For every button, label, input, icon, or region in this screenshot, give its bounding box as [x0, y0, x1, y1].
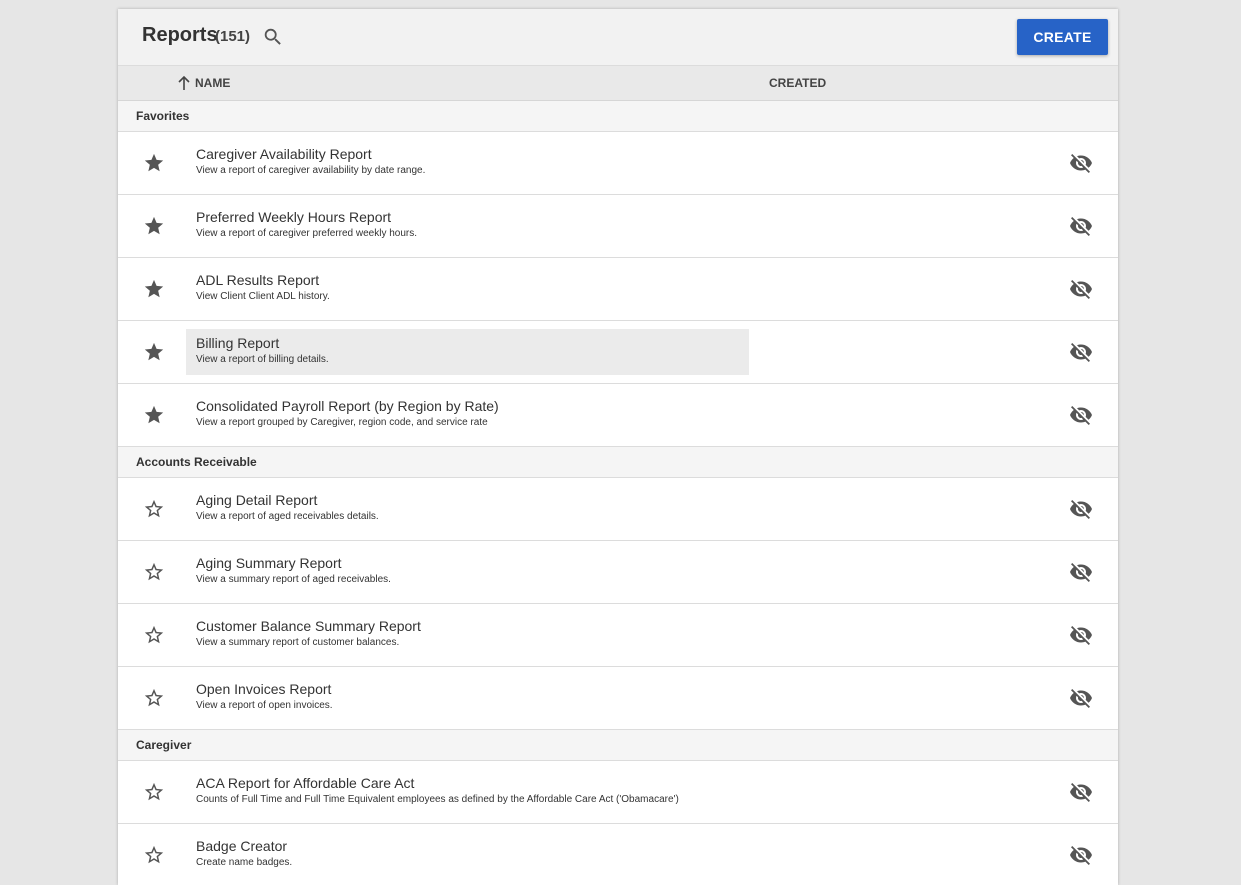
report-link[interactable]: Consolidated Payroll Report (by Region b… [186, 392, 749, 438]
report-row: Customer Balance Summary Report View a su… [118, 604, 1118, 667]
star-outline-icon[interactable] [143, 561, 165, 583]
report-row: Billing Report View a report of billing d… [118, 321, 1118, 384]
report-name: Billing Report [196, 335, 280, 351]
report-row: Aging Summary Report View a summary repor… [118, 541, 1118, 604]
arrow-up-icon[interactable] [177, 75, 191, 91]
report-name: ADL Results Report [196, 272, 320, 288]
group-header-favorites: Favorites [118, 101, 1118, 132]
eye-off-icon[interactable] [1069, 497, 1093, 521]
report-row: ADL Results Report View Client Client ADL… [118, 258, 1118, 321]
report-link[interactable]: Preferred Weekly Hours Report View a repo… [186, 203, 749, 249]
name-column-header[interactable]: NAME [195, 76, 230, 90]
eye-off-icon[interactable] [1069, 151, 1093, 175]
report-link[interactable]: Customer Balance Summary Report View a su… [186, 612, 749, 658]
report-row: ACA Report for Affordable Care Act Counts… [118, 761, 1118, 824]
eye-off-icon[interactable] [1069, 340, 1093, 364]
report-name: ACA Report for Affordable Care Act [196, 775, 415, 791]
group-header-caregiver: Caregiver [118, 730, 1118, 761]
report-link[interactable]: ADL Results Report View Client Client ADL… [186, 266, 749, 312]
report-link[interactable]: Billing Report View a report of billing d… [186, 329, 749, 375]
report-link[interactable]: Aging Summary Report View a summary repor… [186, 549, 749, 595]
star-outline-icon[interactable] [143, 624, 165, 646]
group-header-accounts-receivable: Accounts Receivable [118, 447, 1118, 478]
report-row: Open Invoices Report View a report of ope… [118, 667, 1118, 730]
report-link[interactable]: Open Invoices Report View a report of ope… [186, 675, 749, 721]
eye-off-icon[interactable] [1069, 560, 1093, 584]
report-row: Aging Detail Report View a report of aged… [118, 478, 1118, 541]
search-icon[interactable] [262, 26, 284, 48]
report-link[interactable]: Caregiver Availability Report View a repo… [186, 140, 749, 186]
eye-off-icon[interactable] [1069, 277, 1093, 301]
report-name: Caregiver Availability Report [196, 146, 372, 162]
report-row: Consolidated Payroll Report (by Region b… [118, 384, 1118, 447]
report-description: View Client Client ADL history. [196, 291, 330, 302]
report-name: Open Invoices Report [196, 681, 332, 697]
report-description: View a report grouped by Caregiver, regi… [196, 417, 488, 428]
reports-header: Reports (151) CREATE [118, 9, 1118, 66]
report-name: Customer Balance Summary Report [196, 618, 421, 634]
column-header: NAME CREATED [118, 66, 1118, 101]
report-row: Caregiver Availability Report View a repo… [118, 132, 1118, 195]
report-description: View a summary report of aged receivable… [196, 574, 391, 585]
report-description: Create name badges. [196, 857, 293, 868]
report-link[interactable]: Aging Detail Report View a report of aged… [186, 486, 749, 532]
star-outline-icon[interactable] [143, 844, 165, 866]
report-description: View a report of aged receivables detail… [196, 511, 379, 522]
star-filled-icon[interactable] [143, 152, 165, 174]
report-name: Preferred Weekly Hours Report [196, 209, 392, 225]
report-description: View a report of caregiver availability … [196, 165, 426, 176]
report-list: Favorites Caregiver Availability Report Vi… [118, 101, 1118, 885]
eye-off-icon[interactable] [1069, 780, 1093, 804]
report-link[interactable]: ACA Report for Affordable Care Act Counts… [186, 769, 749, 815]
report-description: View a report of billing details. [196, 354, 329, 365]
report-name: Aging Summary Report [196, 555, 342, 571]
report-row: Preferred Weekly Hours Report View a repo… [118, 195, 1118, 258]
star-outline-icon[interactable] [143, 687, 165, 709]
report-description: Counts of Full Time and Full Time Equiva… [196, 794, 679, 805]
report-row: Badge Creator Create name badges. [118, 824, 1118, 885]
create-button[interactable]: CREATE [1017, 19, 1108, 55]
report-count: (151) [215, 28, 251, 45]
star-filled-icon[interactable] [143, 215, 165, 237]
star-filled-icon[interactable] [143, 341, 165, 363]
report-description: View a report of caregiver preferred wee… [196, 228, 418, 239]
star-outline-icon[interactable] [143, 498, 165, 520]
report-description: View a report of open invoices. [196, 700, 333, 711]
reports-panel: Reports (151) CREATE NAME CREATED Favori… [118, 9, 1118, 885]
report-name: Consolidated Payroll Report (by Region b… [196, 398, 499, 414]
report-name: Badge Creator [196, 838, 288, 854]
report-name: Aging Detail Report [196, 492, 318, 508]
eye-off-icon[interactable] [1069, 843, 1093, 867]
eye-off-icon[interactable] [1069, 623, 1093, 647]
report-description: View a summary report of customer balanc… [196, 637, 400, 648]
star-filled-icon[interactable] [143, 404, 165, 426]
report-link[interactable]: Badge Creator Create name badges. [186, 832, 749, 878]
eye-off-icon[interactable] [1069, 686, 1093, 710]
page-title: Reports [142, 24, 218, 46]
star-outline-icon[interactable] [143, 781, 165, 803]
star-filled-icon[interactable] [143, 278, 165, 300]
eye-off-icon[interactable] [1069, 214, 1093, 238]
created-column-header[interactable]: CREATED [769, 76, 826, 90]
eye-off-icon[interactable] [1069, 403, 1093, 427]
